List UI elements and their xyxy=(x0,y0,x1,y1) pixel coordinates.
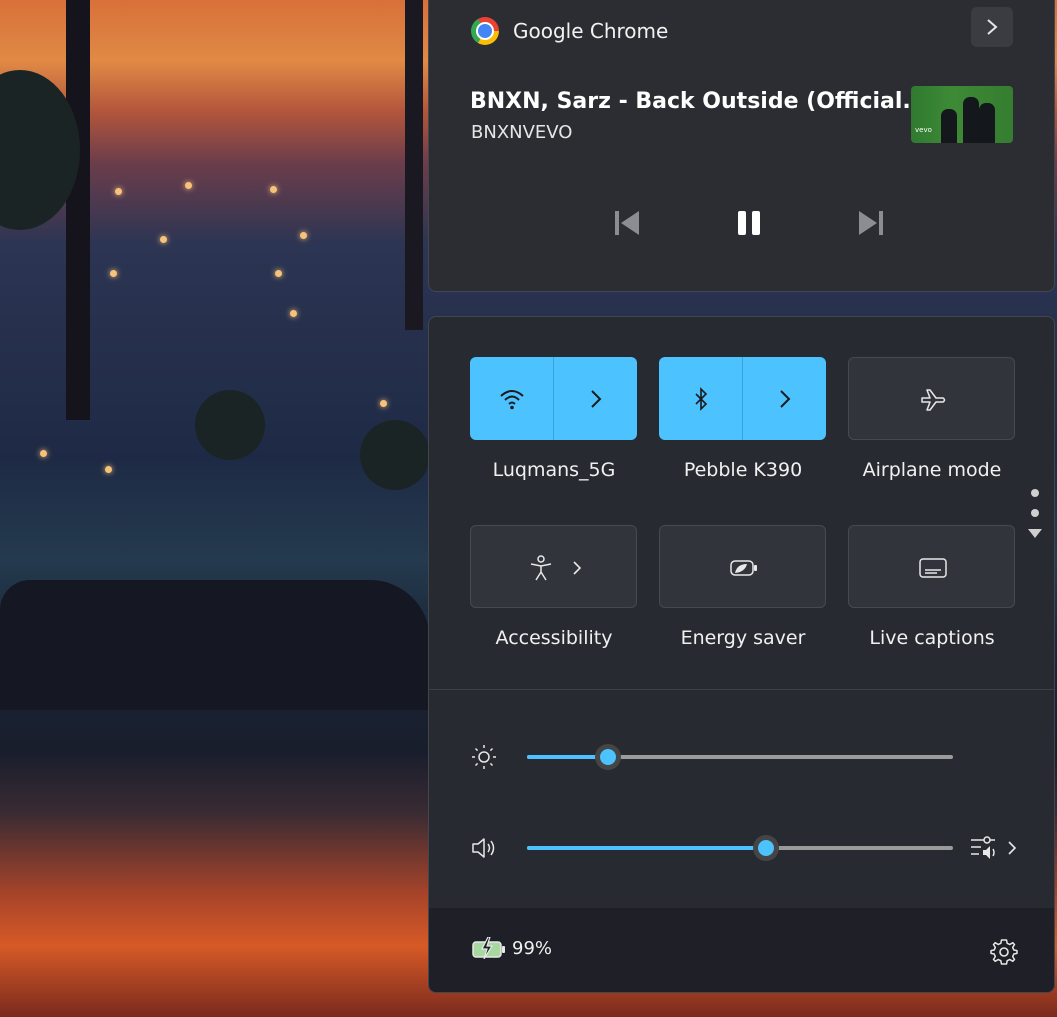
chevron-right-icon xyxy=(590,389,601,408)
media-title: BNXN, Sarz - Back Outside (Official... xyxy=(470,89,928,114)
brightness-slider[interactable] xyxy=(527,744,953,770)
sound-output-button[interactable] xyxy=(969,833,1029,863)
page-dot xyxy=(1031,489,1039,497)
next-button[interactable] xyxy=(853,205,889,241)
tile-label-live-captions: Live captions xyxy=(869,627,995,649)
media-app-name: Google Chrome xyxy=(513,19,669,43)
chevron-right-icon xyxy=(1008,841,1017,855)
divider xyxy=(429,689,1054,690)
media-source: Google Chrome xyxy=(471,17,668,45)
tile-bluetooth xyxy=(659,357,826,440)
vevo-logo: vevo xyxy=(915,126,932,134)
speaker-icon[interactable] xyxy=(469,833,499,863)
chevron-right-icon xyxy=(987,19,998,35)
bluetooth-icon xyxy=(694,386,707,411)
media-thumbnail: vevo xyxy=(911,86,1013,143)
wallpaper-pole xyxy=(405,0,423,330)
wallpaper-light xyxy=(40,450,47,457)
bluetooth-toggle[interactable] xyxy=(659,357,742,440)
volume-slider[interactable] xyxy=(527,835,953,861)
wallpaper-palm xyxy=(360,420,430,490)
tile-label-energy-saver: Energy saver xyxy=(680,627,806,649)
wallpaper-light xyxy=(185,182,192,189)
tile-accessibility[interactable] xyxy=(470,525,637,608)
brightness-icon xyxy=(469,742,499,772)
quick-settings-footer: 99% xyxy=(429,908,1054,992)
captions-icon xyxy=(918,557,947,578)
media-artist: BNXNVEVO xyxy=(471,122,573,143)
chevron-right-icon xyxy=(779,389,790,408)
airplane-icon xyxy=(920,388,945,411)
wifi-toggle[interactable] xyxy=(470,357,553,440)
gear-icon xyxy=(990,939,1018,965)
quick-settings-panel: Luqmans_5G Pebble K390 Airplane mode Acc… xyxy=(428,316,1055,993)
wallpaper-palm xyxy=(195,390,265,460)
tile-live-captions[interactable] xyxy=(848,525,1015,608)
next-icon xyxy=(859,211,883,235)
page-dot xyxy=(1031,509,1039,517)
wifi-expand[interactable] xyxy=(554,357,637,440)
tile-label-wifi: Luqmans_5G xyxy=(492,459,616,481)
media-controls xyxy=(609,205,889,241)
battery-percentage: 99% xyxy=(512,937,553,959)
page-down-icon xyxy=(1028,529,1042,538)
wallpaper-light xyxy=(110,270,117,277)
battery-charging-icon xyxy=(472,937,505,959)
tile-wifi xyxy=(470,357,637,440)
wallpaper-light xyxy=(275,270,282,277)
wallpaper-light xyxy=(160,236,167,243)
wallpaper-hills xyxy=(0,580,430,710)
wallpaper-light xyxy=(300,232,307,239)
wallpaper-light xyxy=(290,310,297,317)
page-indicator[interactable] xyxy=(1028,489,1042,538)
volume-slider-thumb[interactable] xyxy=(752,835,779,861)
brightness-slider-row xyxy=(469,742,1029,772)
pause-button[interactable] xyxy=(731,205,767,241)
media-expand-button[interactable] xyxy=(971,7,1013,47)
sound-output-icon xyxy=(971,836,995,859)
settings-button[interactable] xyxy=(990,938,1018,970)
media-card: Google Chrome BNXN, Sarz - Back Outside … xyxy=(428,0,1055,292)
tile-label-accessibility: Accessibility xyxy=(495,627,613,649)
pause-icon xyxy=(738,211,760,235)
tile-label-airplane: Airplane mode xyxy=(862,459,1002,481)
chrome-icon xyxy=(471,17,499,45)
bluetooth-expand[interactable] xyxy=(743,357,826,440)
wifi-icon xyxy=(499,389,524,409)
energy-saver-icon xyxy=(729,559,757,576)
wallpaper-light xyxy=(270,186,277,193)
wallpaper-light xyxy=(105,466,112,473)
battery-status[interactable]: 99% xyxy=(472,937,552,959)
tile-label-bluetooth: Pebble K390 xyxy=(683,459,803,481)
previous-button[interactable] xyxy=(609,205,645,241)
chevron-right-icon xyxy=(572,560,581,575)
brightness-slider-thumb[interactable] xyxy=(594,744,621,770)
volume-slider-row xyxy=(469,833,1029,863)
previous-icon xyxy=(615,211,639,235)
tile-energy-saver[interactable] xyxy=(659,525,826,608)
accessibility-icon xyxy=(530,554,551,580)
wallpaper-light xyxy=(380,400,387,407)
wallpaper-light xyxy=(115,188,122,195)
wallpaper-pole xyxy=(66,0,90,420)
tile-airplane-mode[interactable] xyxy=(848,357,1015,440)
